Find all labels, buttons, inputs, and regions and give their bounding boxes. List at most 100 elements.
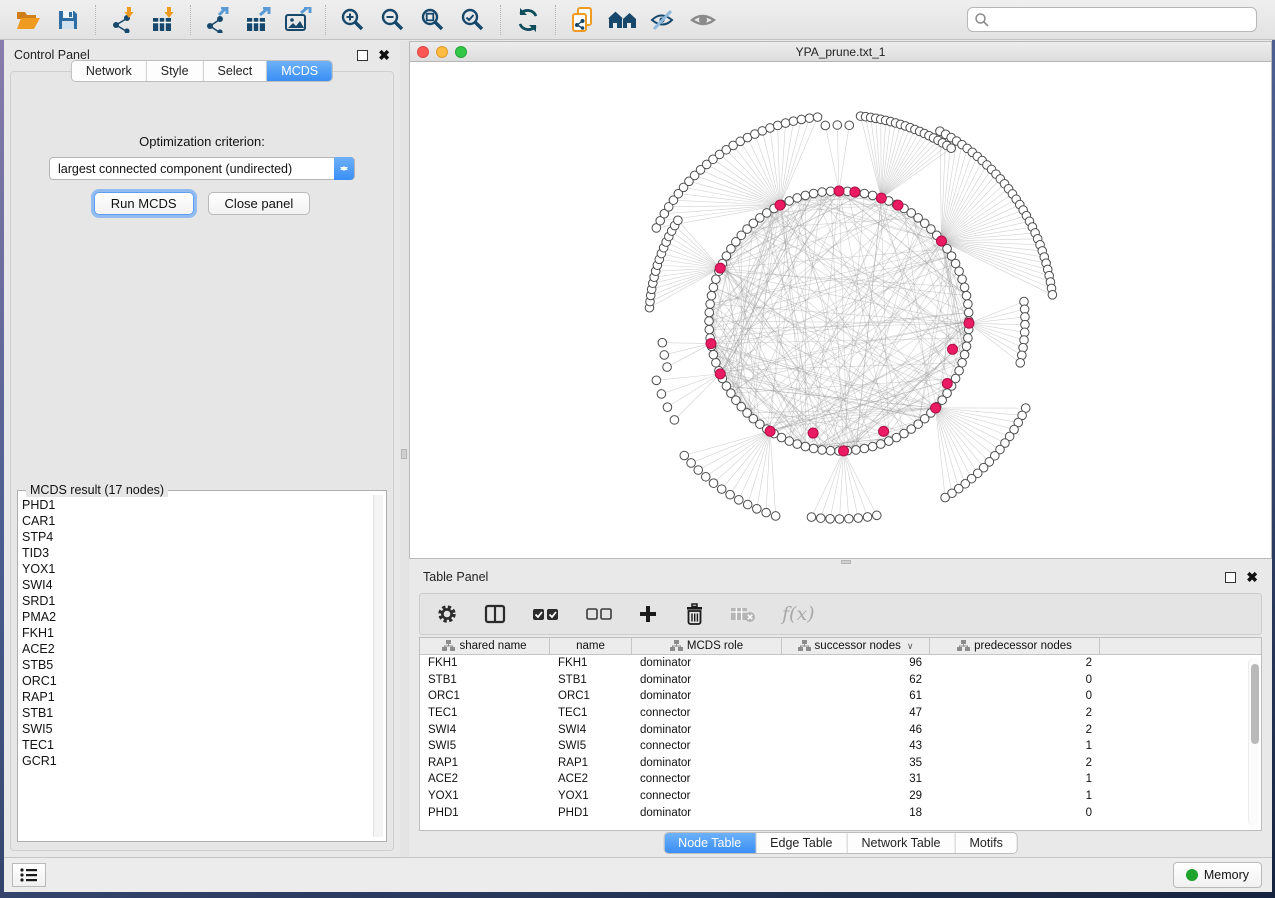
tab-edge-table[interactable]: Edge Table	[756, 833, 847, 853]
mcds-result-item[interactable]: SRD1	[22, 593, 372, 609]
optimization-criterion-select[interactable]: largest connected component (undirected)	[49, 157, 355, 180]
column-header-successor-nodes[interactable]: successor nodes∨	[782, 638, 930, 654]
table-row[interactable]: ACE2ACE2connector311	[420, 771, 1261, 788]
toolbar-search-field[interactable]	[967, 7, 1257, 32]
table-scrollbar-thumb[interactable]	[1251, 664, 1259, 744]
mcds-result-item[interactable]: STB5	[22, 657, 372, 673]
mcds-result-item[interactable]: TID3	[22, 545, 372, 561]
duplicate-network-icon[interactable]	[566, 4, 600, 36]
column-header-name[interactable]: name	[550, 638, 632, 654]
tab-node-table[interactable]: Node Table	[664, 833, 756, 853]
cell: 2	[930, 707, 1100, 719]
control-panel-body: NetworkStyleSelectMCDS Optimization crit…	[10, 71, 394, 851]
cell: TEC1	[420, 707, 550, 719]
cell: FKH1	[550, 657, 632, 669]
close-panel-button[interactable]: Close panel	[208, 192, 311, 215]
cell: dominator	[632, 657, 782, 669]
column-header-predecessor-nodes[interactable]: predecessor nodes	[930, 638, 1100, 654]
mcds-result-item[interactable]: PHD1	[22, 497, 372, 513]
mcds-result-item[interactable]: TEC1	[22, 737, 372, 753]
mcds-result-item[interactable]: CAR1	[22, 513, 372, 529]
cell: 46	[782, 724, 930, 736]
application-window: Control Panel ✖ NetworkStyleSelectMCDS O…	[4, 0, 1272, 892]
cell: 1	[930, 740, 1100, 752]
table-row[interactable]: ORC1ORC1dominator610	[420, 688, 1261, 705]
memory-label: Memory	[1204, 868, 1249, 882]
task-history-button[interactable]	[12, 863, 46, 887]
mcds-result-item[interactable]: RAP1	[22, 689, 372, 705]
column-header-shared-name[interactable]: shared name	[420, 638, 550, 654]
node-table[interactable]: shared namenameMCDS rolesuccessor nodes∨…	[419, 637, 1262, 831]
mcds-result-item[interactable]: PMA2	[22, 609, 372, 625]
dropdown-value: largest connected component (undirected)	[58, 162, 292, 176]
mcds-list-scrollbar[interactable]	[373, 495, 383, 837]
export-image-icon[interactable]	[281, 4, 315, 36]
table-scrollbar[interactable]	[1248, 658, 1259, 826]
zoom-in-icon[interactable]	[336, 4, 370, 36]
table-panel-title: Table Panel	[423, 570, 488, 584]
mcds-result-item[interactable]: ORC1	[22, 673, 372, 689]
column-view-icon[interactable]	[484, 604, 506, 624]
mcds-result-list[interactable]: PHD1CAR1STP4TID3YOX1SWI4SRD1PMA2FKH1ACE2…	[22, 497, 372, 837]
open-icon[interactable]	[11, 4, 45, 36]
zoom-out-icon[interactable]	[376, 4, 410, 36]
mcds-result-item[interactable]: ACE2	[22, 641, 372, 657]
vertical-splitter[interactable]	[400, 41, 409, 857]
close-table-panel-icon[interactable]: ✖	[1246, 572, 1258, 583]
refresh-icon[interactable]	[511, 4, 545, 36]
tab-motifs[interactable]: Motifs	[955, 833, 1016, 853]
tab-network-table[interactable]: Network Table	[848, 833, 956, 853]
cell: 18	[782, 807, 930, 819]
table-row[interactable]: SWI4SWI4dominator462	[420, 721, 1261, 738]
cell: STB1	[550, 674, 632, 686]
select-all-icon[interactable]	[532, 607, 560, 621]
mcds-result-item[interactable]: STB1	[22, 705, 372, 721]
mcds-result-item[interactable]: SWI4	[22, 577, 372, 593]
mcds-result-item[interactable]: GCR1	[22, 753, 372, 769]
delete-column-trash-icon[interactable]	[684, 603, 704, 625]
neighbors-icon[interactable]	[606, 4, 640, 36]
network-graph[interactable]	[410, 63, 1271, 558]
mcds-result-item[interactable]: SWI5	[22, 721, 372, 737]
network-window-titlebar[interactable]: YPA_prune.txt_1	[410, 42, 1271, 62]
cell: 43	[782, 740, 930, 752]
deselect-all-icon[interactable]	[586, 608, 612, 620]
tab-select[interactable]: Select	[204, 61, 268, 81]
table-row[interactable]: TEC1TEC1connector472	[420, 705, 1261, 722]
import-network-icon[interactable]	[106, 4, 140, 36]
network-canvas[interactable]	[410, 63, 1271, 558]
save-icon[interactable]	[51, 4, 85, 36]
zoom-selected-icon[interactable]	[456, 4, 490, 36]
export-table-icon[interactable]	[241, 4, 275, 36]
show-all-icon[interactable]	[686, 4, 720, 36]
tab-style[interactable]: Style	[147, 61, 204, 81]
export-network-icon[interactable]	[201, 4, 235, 36]
column-header-MCDS-role[interactable]: MCDS role	[632, 638, 782, 654]
memory-button[interactable]: Memory	[1173, 862, 1262, 888]
mcds-result-item[interactable]: YOX1	[22, 561, 372, 577]
table-row[interactable]: STB1STB1dominator620	[420, 672, 1261, 689]
import-table-icon[interactable]	[146, 4, 180, 36]
zoom-fit-icon[interactable]	[416, 4, 450, 36]
hide-selected-icon[interactable]	[646, 4, 680, 36]
mcds-result-item[interactable]: STP4	[22, 529, 372, 545]
close-panel-icon[interactable]: ✖	[378, 50, 390, 61]
float-panel-icon[interactable]	[357, 50, 368, 61]
table-row[interactable]: SWI5SWI5connector431	[420, 738, 1261, 755]
cell: connector	[632, 773, 782, 785]
mcds-result-item[interactable]: FKH1	[22, 625, 372, 641]
table-row[interactable]: YOX1YOX1connector291	[420, 788, 1261, 805]
add-column-icon[interactable]	[638, 604, 658, 624]
tab-mcds[interactable]: MCDS	[267, 61, 332, 81]
table-row[interactable]: RAP1RAP1dominator352	[420, 755, 1261, 772]
run-mcds-button[interactable]: Run MCDS	[94, 192, 194, 215]
float-table-panel-icon[interactable]	[1225, 572, 1236, 583]
tab-network[interactable]: Network	[72, 61, 147, 81]
search-input[interactable]	[990, 13, 1256, 27]
cell: 35	[782, 757, 930, 769]
table-row[interactable]: FKH1FKH1dominator962	[420, 655, 1261, 672]
table-row[interactable]: PHD1PHD1dominator180	[420, 804, 1261, 821]
cell: 1	[930, 773, 1100, 785]
tree-icon	[670, 640, 683, 652]
table-settings-gear-icon[interactable]	[436, 603, 458, 625]
